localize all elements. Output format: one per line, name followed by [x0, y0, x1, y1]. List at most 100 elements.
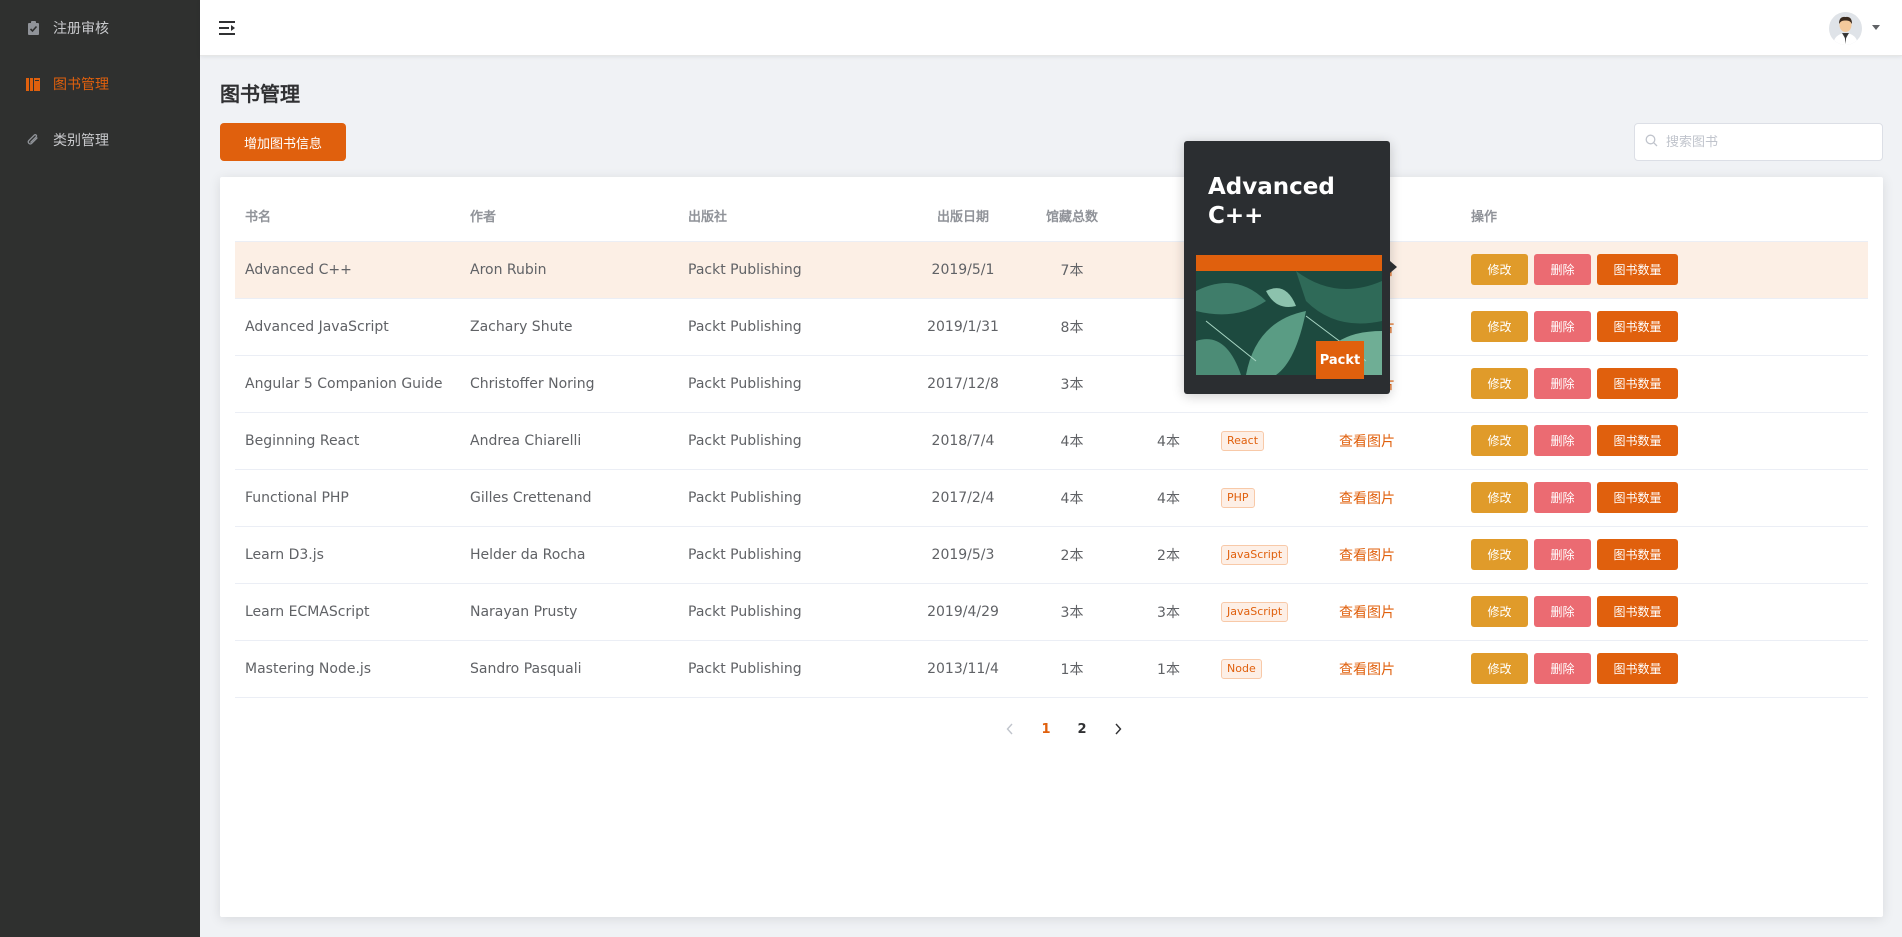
cell-publish-date: 2019/4/29: [908, 583, 1018, 641]
cell-book-name: Advanced JavaScript: [235, 298, 460, 356]
delete-button[interactable]: 删除: [1534, 368, 1591, 399]
cell-view-image: 查看图片: [1329, 469, 1461, 527]
cell-publisher: Packt Publishing: [678, 241, 908, 299]
table-row: Learn D3.js Helder da Rocha Packt Publishi…: [235, 526, 1868, 584]
book-count-button[interactable]: 图书数量: [1597, 254, 1678, 285]
edit-button[interactable]: 修改: [1471, 368, 1528, 399]
cell-actions: 修改 删除 图书数量: [1461, 469, 1868, 527]
next-page-icon[interactable]: [1100, 715, 1136, 743]
view-image-link[interactable]: 查看图片: [1339, 434, 1395, 450]
cell-publisher: Packt Publishing: [678, 583, 908, 641]
search-input[interactable]: [1666, 134, 1866, 150]
sidebar-item-registration-review[interactable]: 注册审核: [0, 0, 200, 56]
table-row: Functional PHP Gilles Crettenand Packt Pub…: [235, 469, 1868, 527]
table-row: Advanced C++ Aron Rubin Packt Publishing 20…: [235, 241, 1868, 299]
cell-total-count: 3本: [1018, 355, 1126, 413]
cell-publisher: Packt Publishing: [678, 412, 908, 470]
book-count-button[interactable]: 图书数量: [1597, 482, 1678, 513]
book-table-card: 书名 作者 出版社 出版日期 馆藏总数 查看图片 操作 Advanced C++…: [220, 177, 1883, 917]
cell-publisher: Packt Publishing: [678, 298, 908, 356]
chevron-down-icon[interactable]: [1872, 25, 1880, 30]
cell-author: Zachary Shute: [460, 298, 678, 356]
book-icon: [25, 76, 41, 92]
cell-publish-date: 2018/7/4: [908, 412, 1018, 470]
page-title: 图书管理: [220, 82, 300, 106]
edit-button[interactable]: 修改: [1471, 311, 1528, 342]
view-image-link[interactable]: 查看图片: [1339, 605, 1395, 621]
sidebar: 注册审核 图书管理 类别管理: [0, 0, 200, 937]
delete-button[interactable]: 删除: [1534, 596, 1591, 627]
cell-total-count: 2本: [1018, 526, 1126, 584]
edit-button[interactable]: 修改: [1471, 254, 1528, 285]
cell-publisher: Packt Publishing: [678, 469, 908, 527]
column-header-date: 出版日期: [908, 190, 1018, 242]
edit-button[interactable]: 修改: [1471, 653, 1528, 684]
book-count-button[interactable]: 图书数量: [1597, 368, 1678, 399]
user-avatar[interactable]: [1829, 12, 1862, 45]
book-count-button[interactable]: 图书数量: [1597, 596, 1678, 627]
paperclip-icon: [25, 132, 41, 148]
cell-view-image: 查看图片: [1329, 583, 1461, 641]
book-count-button[interactable]: 图书数量: [1597, 539, 1678, 570]
page-number[interactable]: 1: [1028, 715, 1064, 743]
cell-publish-date: 2017/12/8: [908, 355, 1018, 413]
book-count-button[interactable]: 图书数量: [1597, 653, 1678, 684]
view-image-link[interactable]: 查看图片: [1339, 491, 1395, 507]
hamburger-collapse-icon[interactable]: [218, 19, 237, 37]
cell-stock-count: 4本: [1126, 412, 1211, 470]
cell-stock-count: 1本: [1126, 640, 1211, 698]
popover-arrow: [1390, 261, 1397, 273]
clipboard-check-icon: [25, 20, 41, 36]
search-icon: [1645, 134, 1658, 151]
cell-actions: 修改 删除 图书数量: [1461, 640, 1868, 698]
view-image-link[interactable]: 查看图片: [1339, 548, 1395, 564]
cell-publish-date: 2013/11/4: [908, 640, 1018, 698]
cell-actions: 修改 删除 图书数量: [1461, 526, 1868, 584]
cell-publish-date: 2019/5/1: [908, 241, 1018, 299]
category-tag: Node: [1221, 658, 1262, 679]
cell-book-name: Learn ECMAScript: [235, 583, 460, 641]
cell-stock-count: 3本: [1126, 583, 1211, 641]
cell-author: Narayan Prusty: [460, 583, 678, 641]
edit-button[interactable]: 修改: [1471, 539, 1528, 570]
add-book-button[interactable]: 增加图书信息: [220, 123, 346, 161]
cell-book-name: Advanced C++: [235, 241, 460, 299]
view-image-link[interactable]: 查看图片: [1339, 662, 1395, 678]
table-row: Beginning React Andrea Chiarelli Packt Pub…: [235, 412, 1868, 470]
page-number[interactable]: 2: [1064, 715, 1100, 743]
category-tag: PHP: [1221, 487, 1255, 508]
book-count-button[interactable]: 图书数量: [1597, 425, 1678, 456]
delete-button[interactable]: 删除: [1534, 482, 1591, 513]
sidebar-item-book-management[interactable]: 图书管理: [0, 56, 200, 112]
sidebar-item-label: 注册审核: [53, 21, 109, 37]
book-count-button[interactable]: 图书数量: [1597, 311, 1678, 342]
cell-view-image: 查看图片: [1329, 640, 1461, 698]
cell-book-name: Angular 5 Companion Guide: [235, 355, 460, 413]
table-row: Angular 5 Companion Guide Christoffer Nor…: [235, 355, 1868, 413]
cell-publisher: Packt Publishing: [678, 355, 908, 413]
delete-button[interactable]: 删除: [1534, 425, 1591, 456]
sidebar-item-category-management[interactable]: 类别管理: [0, 112, 200, 168]
delete-button[interactable]: 删除: [1534, 254, 1591, 285]
cell-book-name: Beginning React: [235, 412, 460, 470]
table-row: Learn ECMAScript Narayan Prusty Packt Publ…: [235, 583, 1868, 641]
cell-total-count: 3本: [1018, 583, 1126, 641]
column-header-publisher: 出版社: [678, 190, 908, 242]
category-tag: JavaScript: [1221, 544, 1289, 565]
delete-button[interactable]: 删除: [1534, 311, 1591, 342]
cell-book-name: Mastering Node.js: [235, 640, 460, 698]
table-header-row: 书名 作者 出版社 出版日期 馆藏总数 查看图片 操作: [235, 190, 1868, 242]
edit-button[interactable]: 修改: [1471, 596, 1528, 627]
cell-author: Christoffer Noring: [460, 355, 678, 413]
delete-button[interactable]: 删除: [1534, 653, 1591, 684]
delete-button[interactable]: 删除: [1534, 539, 1591, 570]
table-row: Advanced JavaScript Zachary Shute Packt Pu…: [235, 298, 1868, 356]
search-box[interactable]: [1634, 123, 1883, 161]
cover-orange-band: [1196, 255, 1382, 271]
edit-button[interactable]: 修改: [1471, 425, 1528, 456]
cell-total-count: 4本: [1018, 469, 1126, 527]
edit-button[interactable]: 修改: [1471, 482, 1528, 513]
prev-page-icon[interactable]: [992, 715, 1028, 743]
pagination: 1 2: [220, 715, 1883, 743]
cell-view-image: 查看图片: [1329, 526, 1461, 584]
